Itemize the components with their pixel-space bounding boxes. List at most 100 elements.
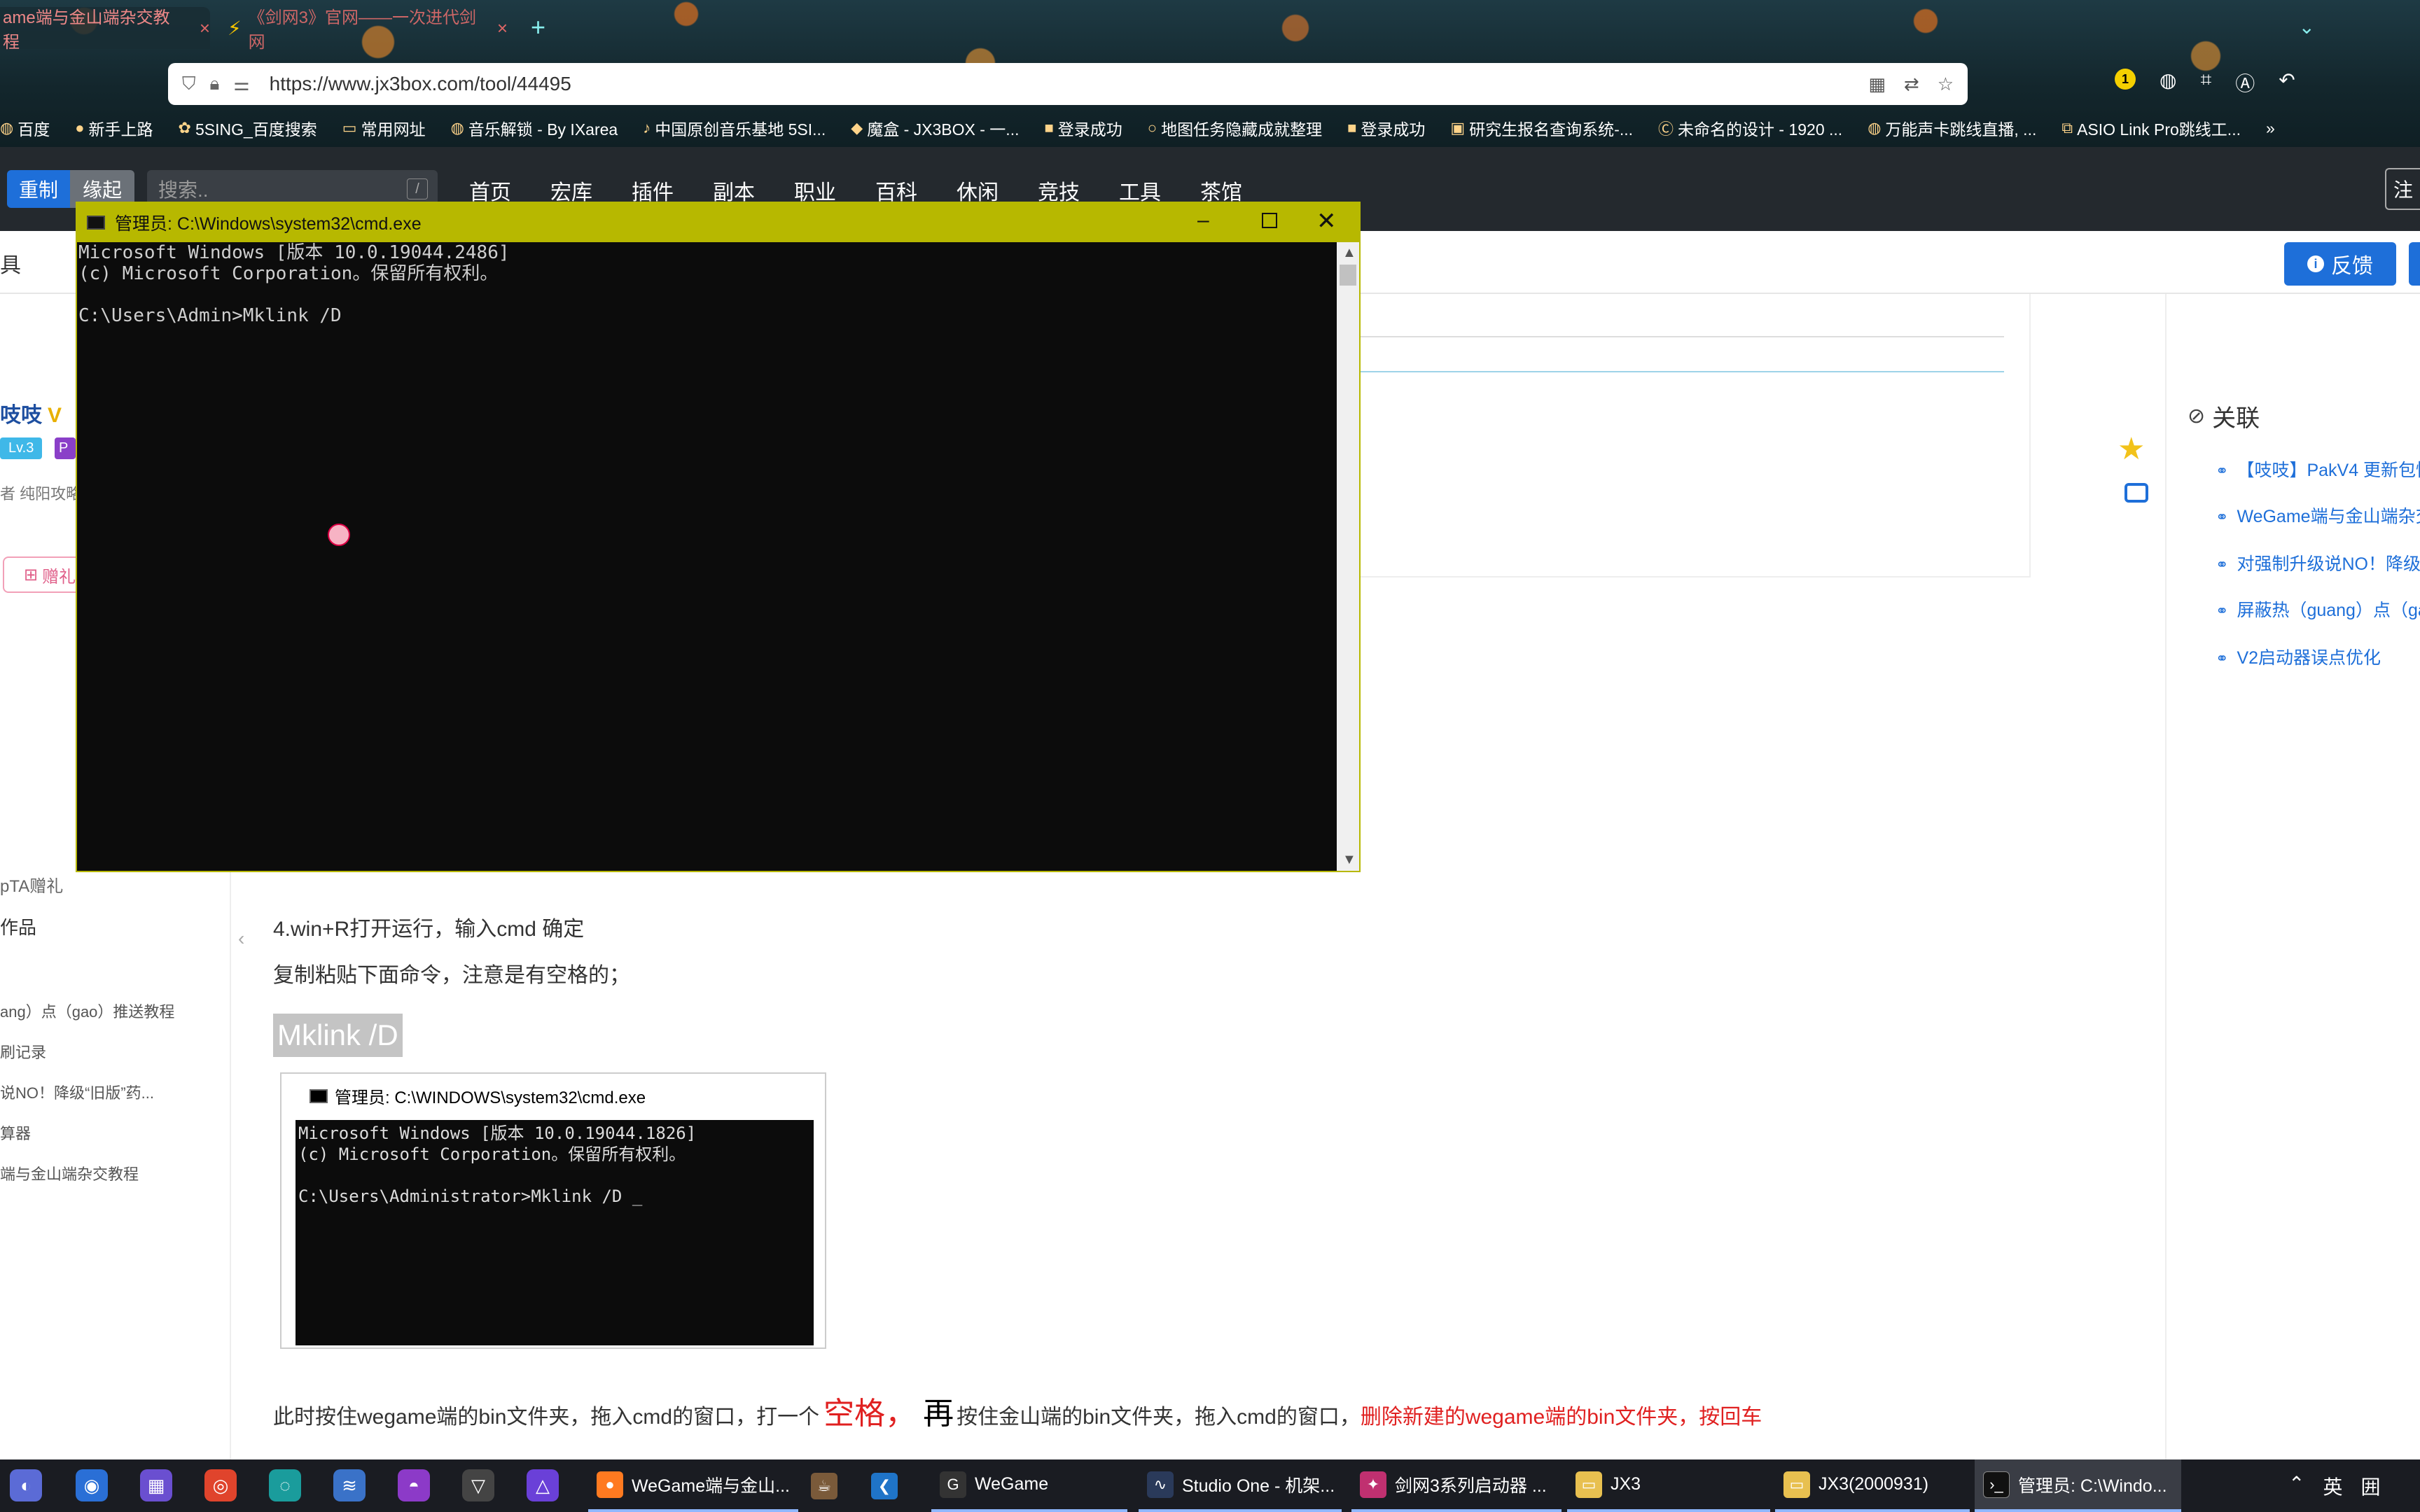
extension-icon[interactable]: ◍ <box>2160 69 2176 97</box>
related-link[interactable]: ⚭ 对强制升级说NO！降级 <box>2216 550 2420 575</box>
taskbar-app-folder-jx3-2000931[interactable]: ▭ JX3(2000931) <box>1775 1460 1970 1512</box>
bookmark[interactable]: ◍ 百度 <box>0 116 50 140</box>
ime-mode-icon[interactable]: 囲 <box>2360 1472 2380 1500</box>
search-placeholder: 搜索.. <box>158 179 209 201</box>
close-tab-icon[interactable]: × <box>497 18 508 39</box>
qr-code-icon[interactable]: ▦ <box>1868 74 1886 95</box>
box-icon: ◆ <box>851 119 863 136</box>
screenshot-console: Microsoft Windows [版本 10.0.19044.1826] (… <box>295 1120 814 1345</box>
minimize-button[interactable]: – <box>1197 209 1209 232</box>
comment-icon[interactable] <box>2125 483 2148 503</box>
bookmark[interactable]: ▣ 研究生报名查询系统-... <box>1450 116 1633 140</box>
undo-icon[interactable]: ↶ <box>2279 69 2295 97</box>
bookmark[interactable]: ♪ 中国原创音乐基地 5SI... <box>643 116 826 140</box>
works-item[interactable]: 说NO！降级“旧版”药... <box>0 1081 154 1103</box>
divider <box>1297 371 2004 372</box>
gift-button[interactable]: ⊞ 赠礼 <box>3 556 87 593</box>
related-link[interactable]: ⚭ WeGame端与金山端杂交 <box>2216 503 2420 528</box>
taskbar-app-studio-one[interactable]: ∿ Studio One - 机架... <box>1139 1460 1342 1512</box>
folder-icon: ▭ <box>1783 1471 1810 1498</box>
bookmark[interactable]: ⧉ ASIO Link Pro跳线工... <box>2061 116 2241 140</box>
browser-tab[interactable]: ⚡ 《剑网3》官网——一次进代剑网 × <box>228 7 508 52</box>
works-item[interactable]: 算器 <box>0 1121 31 1144</box>
taskbar-app-firefox[interactable]: ● WeGame端与金山... <box>588 1460 798 1512</box>
taskbar-app-wegame[interactable]: G WeGame <box>931 1460 1127 1512</box>
shield-icon[interactable]: ⛉ <box>182 73 196 95</box>
cmd-scrollbar[interactable]: ▲ ▼ <box>1337 242 1359 871</box>
chrome-icon[interactable]: ◎ <box>204 1469 237 1502</box>
translate-icon[interactable]: Ⓐ <box>2235 69 2255 97</box>
star-icon[interactable]: ★ <box>2118 431 2145 467</box>
fox-icon[interactable]: ▽ <box>462 1469 494 1502</box>
chevron-left-icon[interactable]: ‹ <box>238 927 244 950</box>
feedback-button[interactable]: i 反馈 <box>2284 242 2396 286</box>
taskbar-app-vscode[interactable]: ❮ <box>863 1460 912 1512</box>
notification-badge[interactable]: 1 <box>2115 69 2136 90</box>
cmd-console-output[interactable]: Microsoft Windows [版本 10.0.19044.2486] (… <box>78 242 1336 869</box>
more-bookmarks-icon[interactable]: » <box>2266 119 2275 138</box>
bookmark[interactable]: ◍ 万能声卡跳线直播, ... <box>1868 116 2036 140</box>
browser-tab-active[interactable]: ame端与金山端杂交教程 × <box>0 7 210 52</box>
grid-app-icon[interactable]: ▦ <box>140 1469 172 1502</box>
bookmark-folder[interactable]: ▭ 常用网址 <box>342 116 426 140</box>
folder-icon: ▭ <box>1576 1471 1602 1498</box>
command-code[interactable]: Mklink /D <box>273 1014 403 1057</box>
permissions-icon[interactable]: ⚌ <box>233 74 249 95</box>
school-icon: ▣ <box>1450 119 1466 136</box>
section-title: 具 <box>0 254 21 277</box>
browser-icon[interactable]: ◉ <box>76 1469 108 1502</box>
translate-icon[interactable]: ⇄ <box>1904 74 1919 95</box>
network-icon[interactable]: ◌ <box>269 1469 301 1502</box>
vpn-icon[interactable]: ≋ <box>333 1469 366 1502</box>
related-heading: ⊘ 关联 <box>2188 405 2260 432</box>
remake-toggle-button[interactable]: 重制 <box>7 170 70 208</box>
mask-icon[interactable]: ◓ <box>398 1469 430 1502</box>
bookmark[interactable]: ○ 地图任务隐藏成就整理 <box>1148 116 1322 140</box>
related-link[interactable]: ⚭ 屏蔽热（guang）点（ga <box>2216 596 2420 622</box>
new-tab-button[interactable]: + <box>531 13 545 42</box>
author-name[interactable]: 吱吱 V <box>0 398 62 428</box>
taskbar-app-coffee[interactable]: ☕︎ <box>802 1460 851 1512</box>
works-item[interactable]: ang）点（gao）推送教程 <box>0 1000 174 1022</box>
url-text[interactable]: https://www.jx3box.com/tool/44495 <box>270 73 571 95</box>
login-icon: ■ <box>1347 119 1357 136</box>
ime-indicator[interactable]: 英 <box>2323 1472 2342 1500</box>
maximize-button[interactable] <box>1262 213 1277 228</box>
close-tab-icon[interactable]: × <box>200 18 210 39</box>
scrollbar-thumb[interactable] <box>1340 265 1356 286</box>
lock-icon[interactable]: 🔒︎ <box>210 73 220 95</box>
chevron-up-icon[interactable]: ⌃ <box>2288 1472 2304 1500</box>
link-icon: ⚭ <box>2216 462 2229 479</box>
scroll-down-icon[interactable]: ▼ <box>1342 852 1356 868</box>
taskbar-app-cmd[interactable]: ›_ 管理员: C:\Windo... <box>1975 1460 2181 1512</box>
bookmark[interactable]: ● 新手上路 <box>75 116 153 140</box>
bookmark[interactable]: ◍ 音乐解锁 - By IXarea <box>451 116 618 140</box>
bookmark[interactable]: Ⓒ 未命名的设计 - 1920 ... <box>1658 116 1842 140</box>
works-item[interactable]: 刷记录 <box>0 1040 46 1063</box>
taskbar-app-jx3-launcher[interactable]: ✦ 剑网3系列启动器 ... <box>1351 1460 1562 1512</box>
bookmark-star-icon[interactable]: ☆ <box>1938 74 1954 95</box>
chevron-down-icon[interactable]: ⌄ <box>2299 15 2315 38</box>
bookmark[interactable]: ■ 登录成功 <box>1347 116 1425 140</box>
register-button[interactable]: 注 <box>2385 168 2420 210</box>
instruction-text: 此时按住wegame端的bin文件夹，拖入cmd的窗口，打一个 空格， 再 按住… <box>273 1396 1762 1431</box>
step-text: 4.win+R打开运行，输入cmd 确定 <box>273 918 585 941</box>
close-button[interactable]: ✕ <box>1316 207 1337 235</box>
cmd-window[interactable]: 管理员: C:\Windows\system32\cmd.exe – ✕ Mic… <box>76 202 1361 872</box>
bookmark[interactable]: ✿ 5SING_百度搜索 <box>179 116 317 140</box>
publish-button[interactable] <box>2409 242 2420 286</box>
link-icon: ⊘ <box>2188 405 2206 428</box>
triangle-app-icon[interactable]: △ <box>527 1469 559 1502</box>
works-item[interactable]: 端与金山端杂交教程 <box>0 1162 139 1184</box>
cmd-titlebar[interactable]: 管理员: C:\Windows\system32\cmd.exe – ✕ <box>77 203 1359 242</box>
address-bar[interactable]: ⛉ 🔒︎ ⚌ https://www.jx3box.com/tool/44495… <box>168 63 1968 105</box>
related-link[interactable]: ⚭ V2启动器误点优化 <box>2216 644 2381 669</box>
bookmark[interactable]: ◆ 魔盒 - JX3BOX - 一... <box>851 116 1019 140</box>
start-app-icon[interactable]: ◐ <box>10 1469 42 1502</box>
related-sidebar: ⊘ 关联 ⚭ 【吱吱】PakV4 更新包快 ⚭ WeGame端与金山端杂交 ⚭ 对强制… <box>2165 294 2420 1460</box>
scroll-up-icon[interactable]: ▲ <box>1342 245 1356 261</box>
taskbar-app-folder-jx3[interactable]: ▭ JX3 <box>1567 1460 1770 1512</box>
related-link[interactable]: ⚭ 【吱吱】PakV4 更新包快 <box>2216 456 2420 482</box>
crop-icon[interactable]: ⌗ <box>2200 69 2211 97</box>
bookmark[interactable]: ■ 登录成功 <box>1044 116 1122 140</box>
